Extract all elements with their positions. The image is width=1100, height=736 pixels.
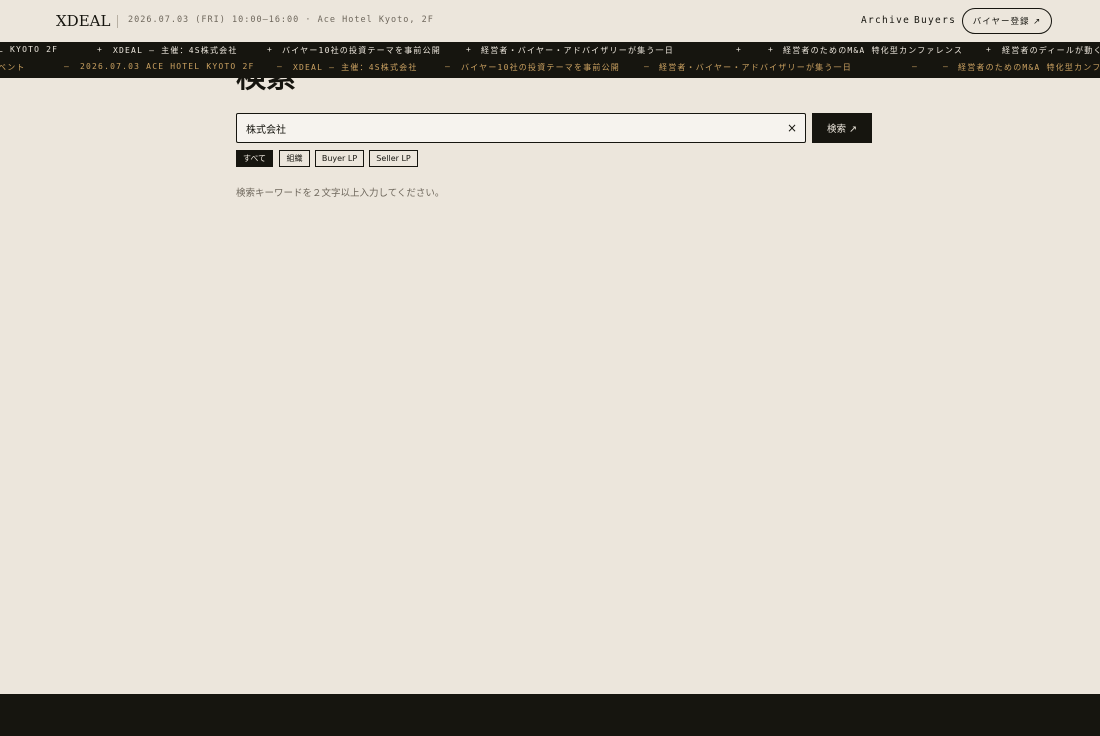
logo-divider xyxy=(117,15,118,28)
search-button[interactable]: 検索 ↗ xyxy=(812,113,872,143)
ticker-separator: + xyxy=(97,45,104,54)
ticker-item: XDEAL — 主催：4S株式会社 xyxy=(293,63,418,72)
search-input[interactable] xyxy=(246,114,766,142)
ticker-item: 経営者のディールが動く xyxy=(1002,46,1100,55)
ticker-item: 経営者・バイヤー・アドバイザリーが集う一日 xyxy=(481,46,674,55)
ticker-separator: — xyxy=(644,62,651,71)
ticker-item: ベント xyxy=(0,63,26,72)
search-hint: 検索キーワードを２文字以上入力してください。 xyxy=(236,188,445,199)
ticker-separator: — xyxy=(912,62,919,71)
ticker-item: 経営者のためのM&A 特化型カンファレンス xyxy=(783,46,964,55)
xdeal-logo[interactable]: XDEAL xyxy=(56,12,110,30)
ticker-row-bottom: ベント — 2026.07.03 ACE HOTEL KYOTO 2F — XD… xyxy=(0,59,1100,76)
ticker-separator: + xyxy=(267,45,274,54)
filter-seller-lp[interactable]: Seller LP xyxy=(369,150,418,167)
filter-organization[interactable]: 組織 xyxy=(279,150,310,167)
ticker-item: バイヤー10社の投資テーマを事前公開 xyxy=(461,63,620,72)
news-ticker: L KYOTO 2F + XDEAL — 主催：4S株式会社 + バイヤー10社… xyxy=(0,42,1100,78)
ticker-separator: + xyxy=(986,45,993,54)
clear-icon[interactable]: × xyxy=(785,121,799,135)
site-header: XDEAL 2026.07.03 (FRI) 10:00–16:00 · Ace… xyxy=(0,0,1100,42)
ticker-separator: — xyxy=(943,62,950,71)
ticker-separator: + xyxy=(466,45,473,54)
ticker-separator: — xyxy=(445,62,452,71)
nav-buyers-link[interactable]: Buyers xyxy=(914,15,956,26)
filter-buyer-lp[interactable]: Buyer LP xyxy=(315,150,364,167)
ticker-separator: + xyxy=(768,45,775,54)
ticker-item: 経営者のためのM&A 特化型カンファレン xyxy=(958,63,1100,72)
ticker-row-top: L KYOTO 2F + XDEAL — 主催：4S株式会社 + バイヤー10社… xyxy=(0,42,1100,59)
ticker-item: バイヤー10社の投資テーマを事前公開 xyxy=(282,46,441,55)
site-footer xyxy=(0,694,1100,736)
ticker-item: L KYOTO 2F xyxy=(0,45,59,54)
ticker-separator: — xyxy=(277,62,284,71)
ticker-separator: + xyxy=(736,45,743,54)
ticker-item: 経営者・バイヤー・アドバイザリーが集う一日 xyxy=(659,63,852,72)
event-info: 2026.07.03 (FRI) 10:00–16:00 · Ace Hotel… xyxy=(128,15,434,25)
ticker-item: 2026.07.03 ACE HOTEL KYOTO 2F xyxy=(80,62,255,71)
nav-archive-link[interactable]: Archive xyxy=(861,15,910,26)
buyer-register-button[interactable]: バイヤー登録 ↗ xyxy=(962,8,1052,34)
ticker-item: XDEAL — 主催：4S株式会社 xyxy=(113,46,238,55)
search-box: × xyxy=(236,113,806,143)
ticker-separator: — xyxy=(64,62,71,71)
filter-all[interactable]: すべて xyxy=(236,150,273,167)
